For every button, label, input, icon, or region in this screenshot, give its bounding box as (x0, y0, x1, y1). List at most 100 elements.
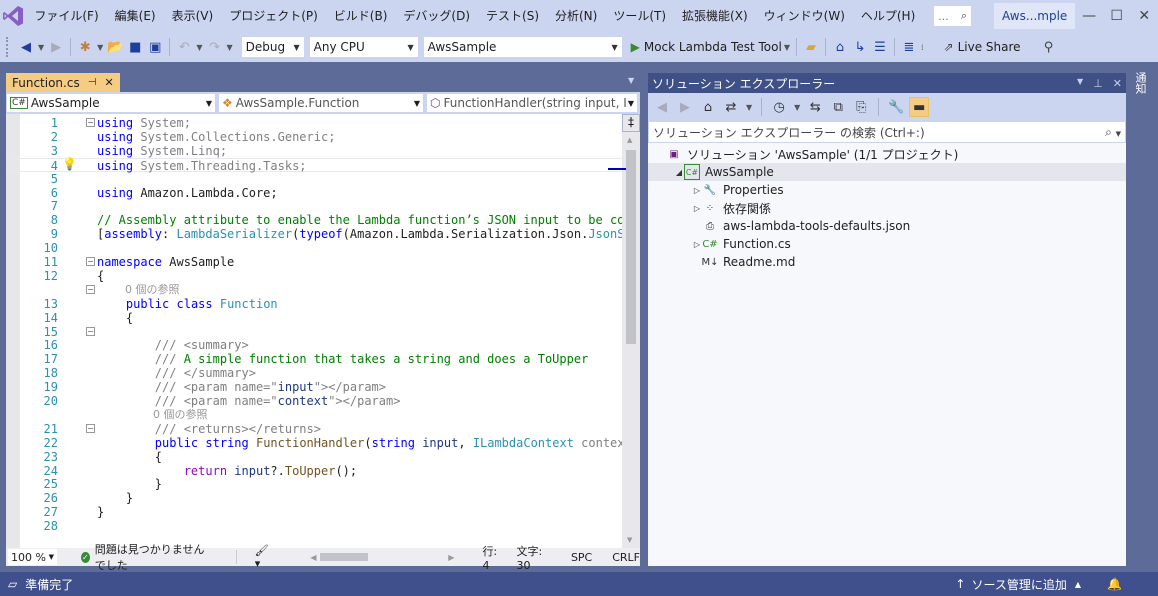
chevron-down-icon[interactable]: ▼ (38, 43, 44, 52)
split-editor-icon[interactable]: ‡ (622, 114, 640, 132)
solution-explorer-search-input[interactable]: ソリューション エクスプローラー の検索 (Ctrl+:) ⌕ ▼ (648, 121, 1126, 143)
undo-icon[interactable]: ↶ (174, 37, 194, 57)
save-icon[interactable]: ■ (125, 37, 145, 57)
tree-item[interactable]: ◢ C# AwsSample (648, 163, 1126, 181)
menu-item[interactable]: ヘルプ(H) (853, 0, 923, 32)
open-folder-icon[interactable]: 📂 (105, 37, 125, 57)
collapsed-arrow-icon[interactable]: ▷ (692, 204, 702, 213)
collapsed-arrow-icon[interactable]: ▷ (692, 240, 702, 249)
menu-item[interactable]: 表示(V) (164, 0, 222, 32)
forward-icon[interactable]: ▶ (675, 97, 695, 117)
preview-selected-items-icon[interactable]: ▬ (909, 97, 930, 117)
properties-wrench-icon[interactable]: 🔧 (886, 97, 906, 117)
menu-item[interactable]: デバッグ(D) (395, 0, 478, 32)
back-icon[interactable]: ◀ (652, 97, 672, 117)
pin-icon[interactable]: ⊥ (1093, 77, 1103, 90)
toolbar-grip[interactable] (6, 37, 10, 57)
home-window-icon[interactable]: ⌂ (830, 37, 850, 57)
minimize-button[interactable]: — (1075, 0, 1103, 32)
tree-item[interactable]: M↓ Readme.md (648, 253, 1126, 271)
member-dropdown[interactable]: ⬡ FunctionHandler(string input, ILa ▼ (426, 93, 638, 113)
line-indicator[interactable]: 行: 4 (482, 543, 502, 572)
menu-item[interactable]: ウィンドウ(W) (756, 0, 853, 32)
scroll-right-icon[interactable]: ▶ (448, 553, 454, 562)
collapse-region-icon[interactable]: − (86, 284, 95, 294)
tab-function-cs[interactable]: Function.cs ⊣ ✕ (6, 73, 120, 92)
chevron-down-icon[interactable]: ▼ (226, 43, 232, 52)
scrollbar-thumb[interactable] (626, 150, 636, 344)
add-to-source-control-button[interactable]: ソース管理に追加 (971, 576, 1066, 593)
tree-item[interactable]: ▣ ソリューション 'AwsSample' (1/1 プロジェクト) (648, 145, 1126, 163)
menu-item[interactable]: テスト(S) (478, 0, 547, 32)
codelens-references[interactable]: 0 個の参照 (125, 283, 180, 297)
vertical-scrollbar[interactable]: ‡ ▲ ▼ (608, 114, 640, 548)
collapse-all-icon[interactable]: ⧉ (828, 97, 848, 117)
lightbulb-icon[interactable]: 💡 (62, 157, 77, 171)
collapse-region-icon[interactable]: − (86, 326, 95, 336)
close-tab-icon[interactable]: ✕ (104, 76, 113, 89)
column-indicator[interactable]: 文字: 30 (517, 543, 551, 572)
menu-item[interactable]: 拡張機能(X) (674, 0, 756, 32)
find-in-files-icon[interactable]: ▰ (801, 37, 821, 57)
indent-icon[interactable]: ≣ (899, 37, 919, 57)
play-icon[interactable]: ▶ (631, 40, 640, 54)
tree-item[interactable]: ⎙ aws-lambda-tools-defaults.json (648, 217, 1126, 235)
zoom-dropdown[interactable]: 100 % ▼ (8, 549, 58, 565)
collapse-region-icon[interactable]: − (86, 423, 95, 433)
toolbar-overflow-icon[interactable]: ⁞ (921, 43, 924, 52)
codelens-references[interactable]: 0 個の参照 (153, 408, 208, 422)
tree-item[interactable]: ▷ C# Function.cs (648, 235, 1126, 253)
menu-item[interactable]: ビルド(B) (326, 0, 396, 32)
chevron-up-icon[interactable]: ▲ (1075, 580, 1081, 589)
pin-icon[interactable]: ⊣ (88, 77, 97, 88)
redo-icon[interactable]: ↷ (204, 37, 224, 57)
close-pane-icon[interactable]: ✕ (1113, 77, 1122, 90)
platform-dropdown[interactable]: Any CPU ▼ (308, 36, 419, 58)
chevron-down-icon[interactable]: ▼ (196, 43, 202, 52)
issues-status[interactable]: 問題は見つかりませんでした (95, 541, 208, 573)
collapse-region-icon[interactable]: − (86, 118, 95, 127)
maximize-button[interactable]: ☐ (1103, 0, 1131, 32)
visual-studio-logo-icon[interactable] (0, 0, 26, 32)
collapse-region-icon[interactable]: − (86, 257, 95, 266)
navigate-back-icon[interactable]: ◀ (16, 37, 36, 57)
scroll-up-icon[interactable]: ▲ (627, 136, 632, 144)
menu-item[interactable]: ファイル(F) (26, 0, 106, 32)
menu-item[interactable]: 分析(N) (547, 0, 605, 32)
code-cleanup-icon[interactable]: 🖌▾ (255, 544, 271, 570)
chevron-down-icon[interactable]: ▼ (746, 103, 752, 112)
pending-changes-filter-icon[interactable]: ◷ (769, 97, 789, 117)
expanded-arrow-icon[interactable]: ◢ (674, 168, 684, 177)
tree-item[interactable]: ▷ ⁘ 依存関係 (648, 199, 1126, 217)
navigate-forward-icon[interactable]: ▶ (46, 37, 66, 57)
menu-item[interactable]: ツール(T) (605, 0, 674, 32)
notification-bell-icon[interactable]: 🔔 (1107, 577, 1122, 591)
layout-icon[interactable]: ☰ (870, 37, 890, 57)
menu-item[interactable]: プロジェクト(P) (221, 0, 326, 32)
chevron-down-icon[interactable]: ▼ (794, 103, 800, 112)
collapsed-arrow-icon[interactable]: ▷ (692, 186, 702, 195)
search-box[interactable]: ... ⌕ (933, 5, 973, 27)
notifications-side-tab[interactable]: 通知 (1134, 72, 1148, 97)
new-project-icon[interactable]: ✱ (75, 37, 95, 57)
type-dropdown[interactable]: ❖ AwsSample.Function ▼ (218, 93, 424, 113)
window-position-icon[interactable]: ▼ (1077, 77, 1083, 90)
project-dropdown[interactable]: C# AwsSample ▼ (6, 93, 216, 113)
close-window-button[interactable]: ✕ (1130, 0, 1158, 32)
tab-overflow-icon[interactable]: ▼ (628, 76, 634, 85)
line-ending-indicator[interactable]: CRLF (612, 551, 640, 564)
feedback-icon[interactable]: ⚲ (1039, 37, 1059, 57)
code-area[interactable]: 1 using System; 2 using System.Collections.… (6, 114, 622, 548)
horizontal-scrollbar-thumb[interactable] (320, 553, 369, 561)
scroll-down-icon[interactable]: ▼ (627, 536, 632, 544)
whitespace-indicator[interactable]: SPC (571, 551, 592, 564)
sync-with-document-icon[interactable]: ⇆ (805, 97, 825, 117)
run-button[interactable]: Mock Lambda Test Tool (644, 40, 782, 54)
startup-project-dropdown[interactable]: AwsSample ▼ (422, 36, 623, 58)
chevron-down-icon[interactable]: ▼ (784, 43, 790, 52)
configuration-dropdown[interactable]: Debug ▼ (240, 36, 305, 58)
chevron-down-icon[interactable]: ▼ (97, 43, 103, 52)
home-icon[interactable]: ⌂ (698, 97, 718, 117)
show-all-files-icon[interactable]: ⎘ (851, 97, 871, 117)
step-into-icon[interactable]: ↳ (850, 37, 870, 57)
